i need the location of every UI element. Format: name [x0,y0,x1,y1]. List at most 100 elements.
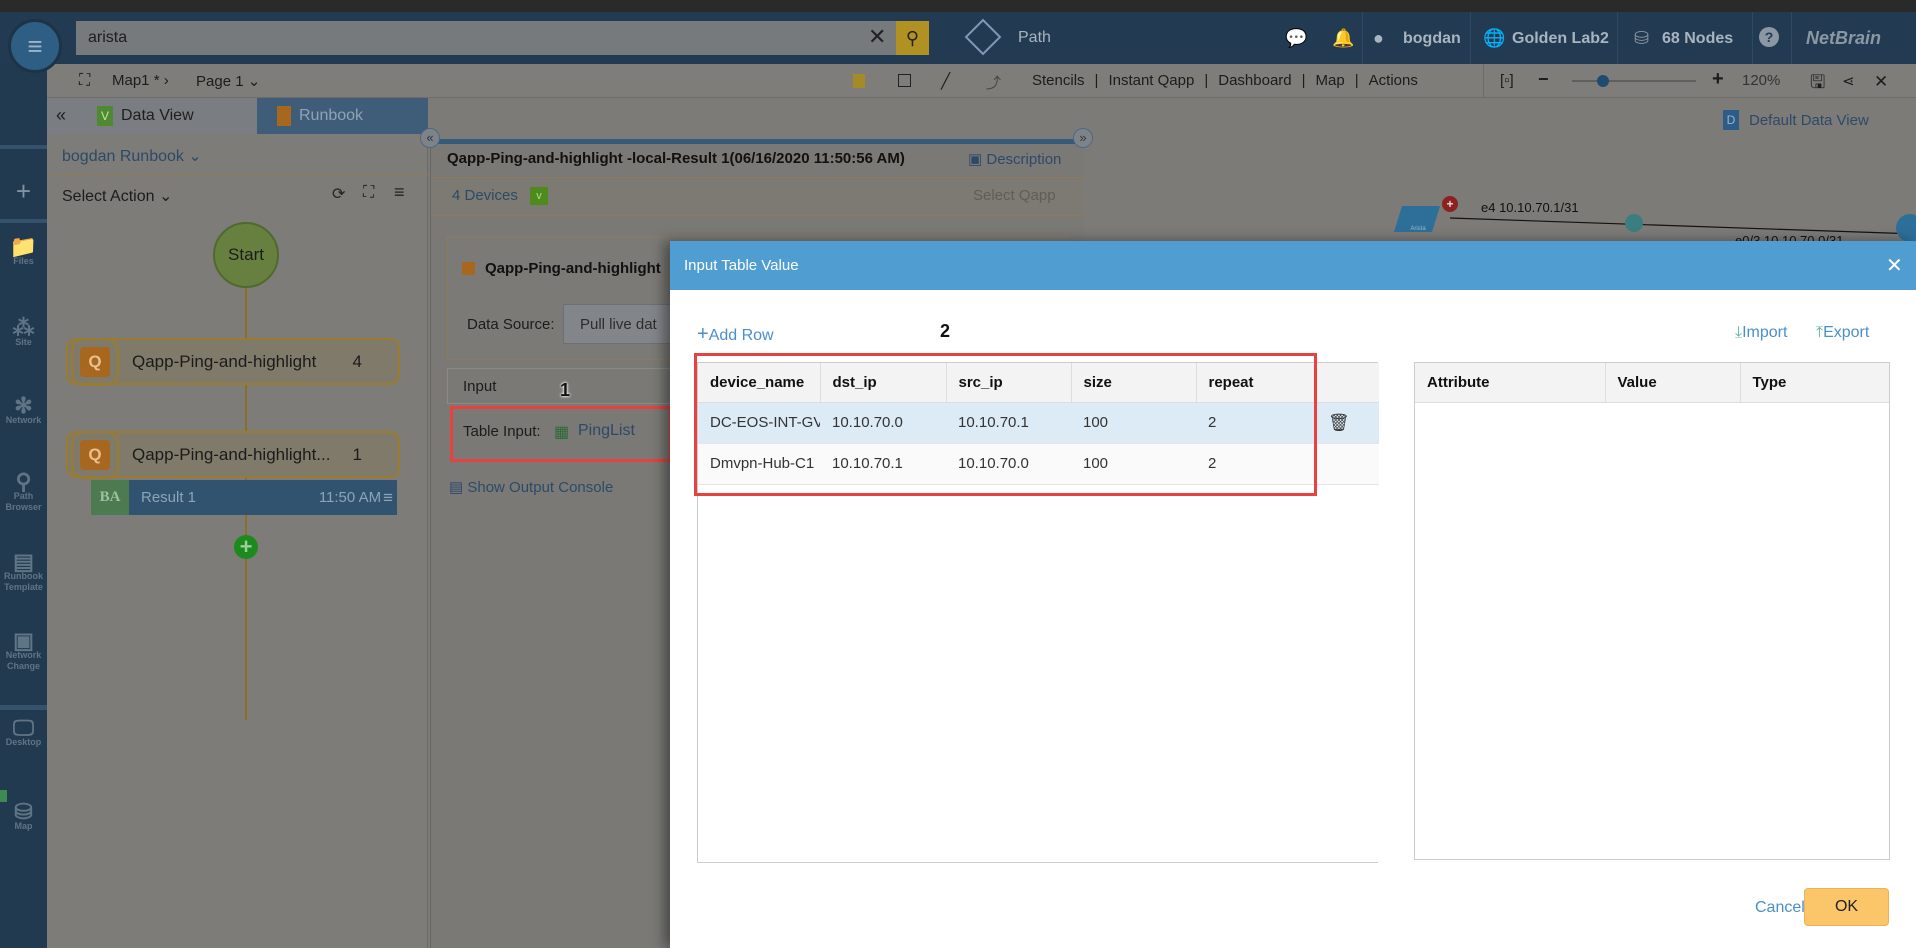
nav-site[interactable]: ⁂ Site [0,317,47,348]
menu-actions[interactable]: Actions [1369,72,1418,89]
delete-row-icon[interactable]: 🗑 [1316,402,1379,444]
globe-icon: 🌐 [1483,28,1506,48]
chat-icon[interactable]: 💬 [1285,28,1307,49]
result-menu-icon[interactable]: ≡ [383,488,393,508]
default-data-view-link[interactable]: Default Data View [1749,112,1869,129]
tab-data-view[interactable]: V Data View [77,98,257,134]
zoom-slider[interactable] [1572,75,1696,87]
divider: | [1094,72,1099,89]
fit-icon[interactable]: ⛶ [363,184,374,202]
search-input[interactable]: arista [76,21,896,55]
description-link[interactable]: ▣ Description [968,150,1061,168]
refresh-icon[interactable]: ⟳ [332,184,345,204]
menu-map[interactable]: Map [1316,72,1345,89]
import-button[interactable]: ⤓Import [1735,324,1787,342]
devices-link[interactable]: 4 Devices [452,187,518,204]
note-icon[interactable] [853,74,865,88]
collapse-panel-icon[interactable]: « [56,105,66,126]
menu-dashboard[interactable]: Dashboard [1218,72,1291,89]
devices-dropdown-icon[interactable]: v [530,187,548,205]
main-menu-button[interactable]: ≡ [8,19,62,73]
pinglist-link[interactable]: PingList [578,422,635,440]
runbook-selector[interactable]: bogdan Runbook ⌄ [62,146,202,166]
fullscreen-icon[interactable]: ⛶ [79,72,90,90]
page-selector[interactable]: Page 1 ⌄ [196,72,260,90]
ok-button[interactable]: OK [1804,888,1889,926]
select-qapp[interactable]: Select Qapp [973,187,1056,204]
list-menu-icon[interactable]: ≡ [394,182,405,203]
zoom-slider-handle[interactable] [1597,75,1609,87]
divider [1470,12,1471,64]
zoom-out-button[interactable]: − [1538,69,1549,90]
nav-files[interactable]: 📁 Files [0,236,47,267]
close-dialog-icon[interactable]: ✕ [1886,253,1903,278]
menu-stencils[interactable]: Stencils [1032,72,1085,89]
export-button[interactable]: ⤒Export [1816,324,1869,342]
fit-view-icon[interactable]: [▫] [1500,72,1514,89]
nav-network-change[interactable]: ▣ Network Change [0,630,47,672]
menu-instant-qapp[interactable]: Instant Qapp [1108,72,1194,89]
save-icon[interactable]: 🖫 [1810,70,1825,100]
line-tool-icon[interactable]: ╱ [941,72,950,90]
callout-2: 2 [940,321,951,341]
plus-icon: + [697,323,709,345]
chevron-right-icon: › [163,72,169,89]
desktop-icon: 🖵 [12,715,35,740]
path-button[interactable]: Path [1018,29,1051,47]
result-label: Result 1 [141,489,197,506]
nav-runbook-template[interactable]: ▤ Runbook Template [0,551,47,593]
attribute-table: Attribute Value Type [1414,362,1890,860]
flow-qapp-node[interactable]: Q Qapp-Ping-and-highlight... 1 [66,430,400,479]
dialog-header: Input Table Value [670,241,1916,290]
result-item[interactable]: BA Result 1 11:50 AM ≡ [91,480,397,515]
cancel-button[interactable]: Cancel [1755,899,1805,917]
data-source-select[interactable]: Pull live dat [563,304,673,344]
select-action-dropdown[interactable]: Select Action ⌄ [62,186,172,206]
chevron-down-icon: ⌄ [247,73,261,90]
nav-map[interactable]: ⛁ Map [0,799,47,832]
collapse-left-icon[interactable]: « [420,128,440,148]
divider [47,174,428,175]
column-header[interactable]: Attribute [1415,363,1606,403]
svg-text:+: + [1446,197,1453,211]
rectangle-tool-icon[interactable] [898,74,911,87]
close-map-icon[interactable]: ✕ [1874,72,1888,92]
expand-right-icon[interactable]: » [1073,128,1093,148]
zoom-in-button[interactable]: + [1712,68,1724,91]
data-view-badge: D [1723,110,1739,130]
flow-qapp-node[interactable]: Q Qapp-Ping-and-highlight 4 [66,337,400,386]
search-icon: ⚲ [905,27,920,48]
map-name-label: Map1 [112,72,150,89]
dialog-title: Input Table Value [684,257,799,274]
search-button[interactable]: ⚲ [896,21,929,55]
share-icon[interactable]: ⋖ [1842,72,1855,90]
divider [1483,64,1484,98]
add-row-button[interactable]: +Add Row [697,323,774,346]
nodes-count[interactable]: 68 Nodes [1662,30,1733,48]
map-name[interactable]: Map1 * › [112,72,169,89]
table-grid-icon: ▦ [554,424,570,441]
add-step-button[interactable]: + [234,535,258,559]
topology-link [1449,217,1916,235]
result-time: 11:50 AM [318,489,382,506]
bell-icon[interactable]: 🔔 [1332,28,1354,49]
data-view-icon: V [97,106,113,126]
clear-search-icon[interactable]: ✕ [868,24,886,50]
domain-selector[interactable]: Golden Lab2 [1512,30,1609,48]
nav-path-browser[interactable]: ⚲ Path Browser [0,471,47,513]
map-icon: ⛁ [14,799,33,824]
flow-start-node[interactable]: Start [213,222,279,288]
help-icon[interactable]: ? [1759,27,1779,47]
show-output-console[interactable]: ▤ Show Output Console [449,478,613,496]
user-menu[interactable]: bogdan [1403,30,1461,48]
auto-icon[interactable]: ⤴ [986,72,1001,93]
tab-runbook[interactable]: Runbook [257,98,428,134]
input-table-dialog: Input Table Value ✕ +Add Row 2 ⤓Import ⤒… [670,241,1916,948]
qapp-icon: Q [71,337,119,386]
add-icon[interactable]: + [0,176,47,207]
column-header[interactable]: Type [1740,363,1889,403]
nav-network[interactable]: ✻ Network [0,395,47,426]
qapp-icon [462,262,475,275]
column-header[interactable]: Value [1605,363,1741,403]
nav-desktop[interactable]: 🖵 Desktop [0,715,47,748]
